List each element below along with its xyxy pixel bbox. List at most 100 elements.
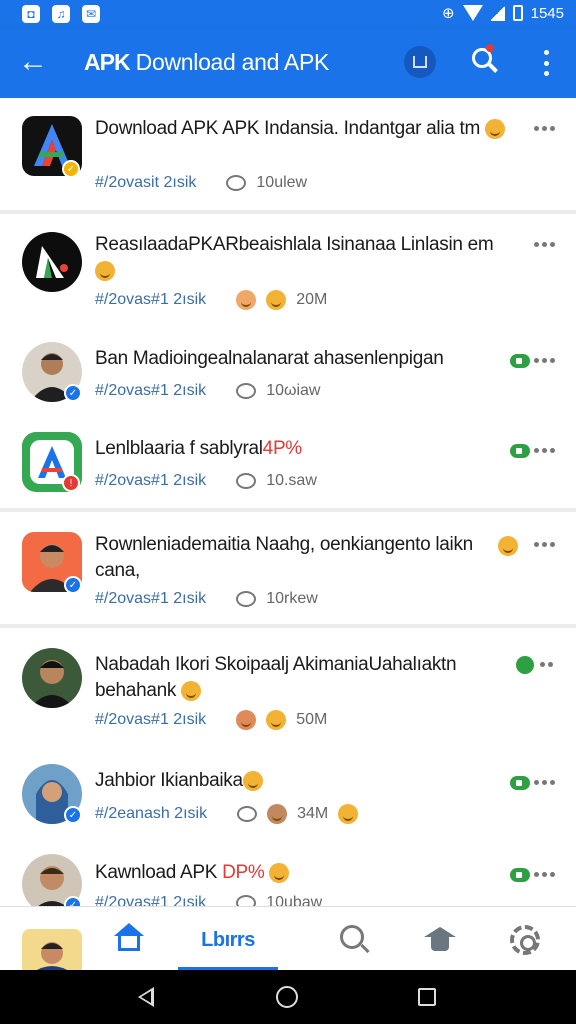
more-dot [550, 872, 555, 877]
item-meta: #/2ovasit 2ısik 10ulew [95, 174, 307, 192]
home-icon[interactable] [114, 923, 144, 953]
more-dot [543, 60, 549, 66]
more-dot [550, 448, 555, 453]
item-tag[interactable]: #/2ovasit 2ısik [95, 174, 196, 192]
more-dot [534, 872, 539, 877]
item-more-button[interactable] [534, 542, 555, 547]
item-title-accent: 4P% [262, 438, 303, 459]
verified-badge: ✓ [62, 160, 80, 178]
reaction-icon[interactable] [267, 804, 288, 824]
more-dot [542, 242, 547, 247]
status-pill-icon [510, 444, 530, 458]
divider [0, 508, 576, 512]
bottom-nav: Lbırrs [0, 906, 576, 973]
reaction-icon[interactable] [236, 290, 257, 310]
more-dot [542, 780, 547, 785]
more-dot [550, 542, 555, 547]
verified-badge: ✓ [64, 576, 82, 594]
reaction-icon[interactable] [236, 710, 257, 730]
back-arrow-icon[interactable]: ← [18, 46, 52, 80]
comment-icon[interactable] [236, 895, 257, 906]
item-tag[interactable]: #/2ovas#1 2ısik [95, 291, 206, 309]
item-tag[interactable]: #/2ovas#1 2ısik [95, 894, 206, 906]
item-title-text: Rownleniademaitia Naahg, oenkiangento la… [95, 534, 473, 581]
comment-icon[interactable] [236, 383, 257, 399]
verified-badge: ✓ [64, 384, 82, 402]
graduation-cap-icon[interactable] [424, 927, 456, 955]
item-title-text: Ban Madioingealnalanarat ahasenlenpigan [95, 348, 444, 369]
more-dot [543, 50, 549, 55]
item-meta: #/2ovas#1 2ısik 10rkew [95, 590, 318, 608]
more-dot [550, 242, 555, 247]
nav-tab-active[interactable]: Lbırrs [178, 929, 278, 952]
comment-icon[interactable] [237, 806, 258, 822]
comment-icon[interactable] [226, 175, 247, 191]
person-avatar[interactable] [22, 648, 82, 708]
item-tag[interactable]: #/2ovas#1 2ısik [95, 711, 206, 729]
reaction-icon[interactable] [266, 290, 287, 310]
more-dot [542, 358, 547, 363]
search-button[interactable] [470, 44, 502, 78]
app-icon: ♫ [52, 5, 70, 23]
verified-badge: ✓ [64, 806, 82, 824]
verified-badge: ✓ [64, 896, 82, 906]
item-more-button[interactable] [534, 242, 555, 247]
item-count: 10rkew [266, 590, 318, 607]
profile-avatar[interactable] [22, 929, 82, 973]
bookmark-button[interactable] [404, 46, 436, 78]
system-back-icon[interactable] [138, 987, 154, 1007]
more-dot [534, 242, 539, 247]
more-options-button[interactable] [538, 50, 554, 76]
reaction-icon[interactable] [338, 804, 359, 824]
item-count: 10.saw [266, 472, 317, 489]
item-tag[interactable]: #/2ovas#1 2ısik [95, 382, 206, 400]
item-count: 10ulew [256, 174, 308, 191]
item-more-button[interactable] [534, 358, 555, 363]
emoji-icon [498, 536, 518, 556]
status-system: ⊕ 1545 [442, 4, 564, 23]
item-title[interactable]: Download APK APK Indansia. Indantgar ali… [95, 116, 515, 142]
system-home-icon[interactable] [276, 986, 298, 1008]
more-dot [548, 662, 553, 667]
item-meta: #/2ovas#1 2ısik 10.saw [95, 472, 317, 490]
item-title[interactable]: Kawnload APK DP% [95, 860, 515, 886]
status-pill-icon [510, 354, 530, 368]
item-tag[interactable]: #/2ovas#1 2ısik [95, 590, 206, 608]
person-photo-icon [30, 660, 74, 708]
settings-gear-icon[interactable] [510, 925, 540, 955]
item-title[interactable]: ReasılaadaPKARbeaishlala Isinanaa Linlas… [95, 232, 515, 284]
search-icon[interactable] [340, 925, 370, 955]
item-tag[interactable]: #/2eanash 2ısik [95, 805, 207, 823]
item-more-button[interactable] [540, 662, 553, 667]
comment-icon[interactable] [236, 591, 257, 607]
item-more-button[interactable] [534, 780, 555, 785]
reaction-icon[interactable] [266, 710, 287, 730]
person-photo-icon [32, 942, 72, 973]
cap-base [431, 937, 449, 951]
item-title[interactable]: Rownleniademaitia Naahg, oenkiangento la… [95, 532, 515, 584]
more-dot [542, 872, 547, 877]
item-meta: #/2ovas#1 2ısik 50M [95, 710, 327, 730]
comment-icon[interactable] [236, 473, 257, 489]
status-bar: ◘ ♫ ✉ ⊕ 1545 [0, 0, 576, 28]
item-more-button[interactable] [534, 448, 555, 453]
item-title[interactable]: Jahbior Ikianbaika [95, 768, 515, 794]
signal-icon [490, 5, 505, 21]
bookmark-icon [413, 56, 427, 68]
item-more-button[interactable] [534, 872, 555, 877]
item-count: 50M [296, 711, 328, 728]
item-title[interactable]: Lenlblaaria f sablyral4P% [95, 436, 515, 462]
item-tag[interactable]: #/2ovas#1 2ısik [95, 472, 206, 490]
item-title[interactable]: Ban Madioingealnalanarat ahasenlenpigan [95, 346, 515, 372]
app-logo-avatar[interactable] [22, 232, 82, 292]
more-dot [542, 448, 547, 453]
item-title-text: ReasılaadaPKARbeaishlala Isinanaa Linlas… [95, 234, 494, 255]
item-more-button[interactable] [534, 126, 555, 131]
item-title-text: Lenlblaaria f sablyral [95, 438, 263, 459]
title-prefix: APK [84, 49, 131, 75]
item-title-text: Nabadah Ikori Skoipaalj AkimaniaUahalıak… [95, 654, 457, 701]
item-title[interactable]: Nabadah Ikori Skoipaalj AkimaniaUahalıak… [95, 652, 515, 704]
system-recents-icon[interactable] [418, 988, 436, 1006]
feed-list[interactable]: ✓ Download APK APK Indansia. Indantgar a… [0, 98, 576, 906]
more-dot [550, 358, 555, 363]
